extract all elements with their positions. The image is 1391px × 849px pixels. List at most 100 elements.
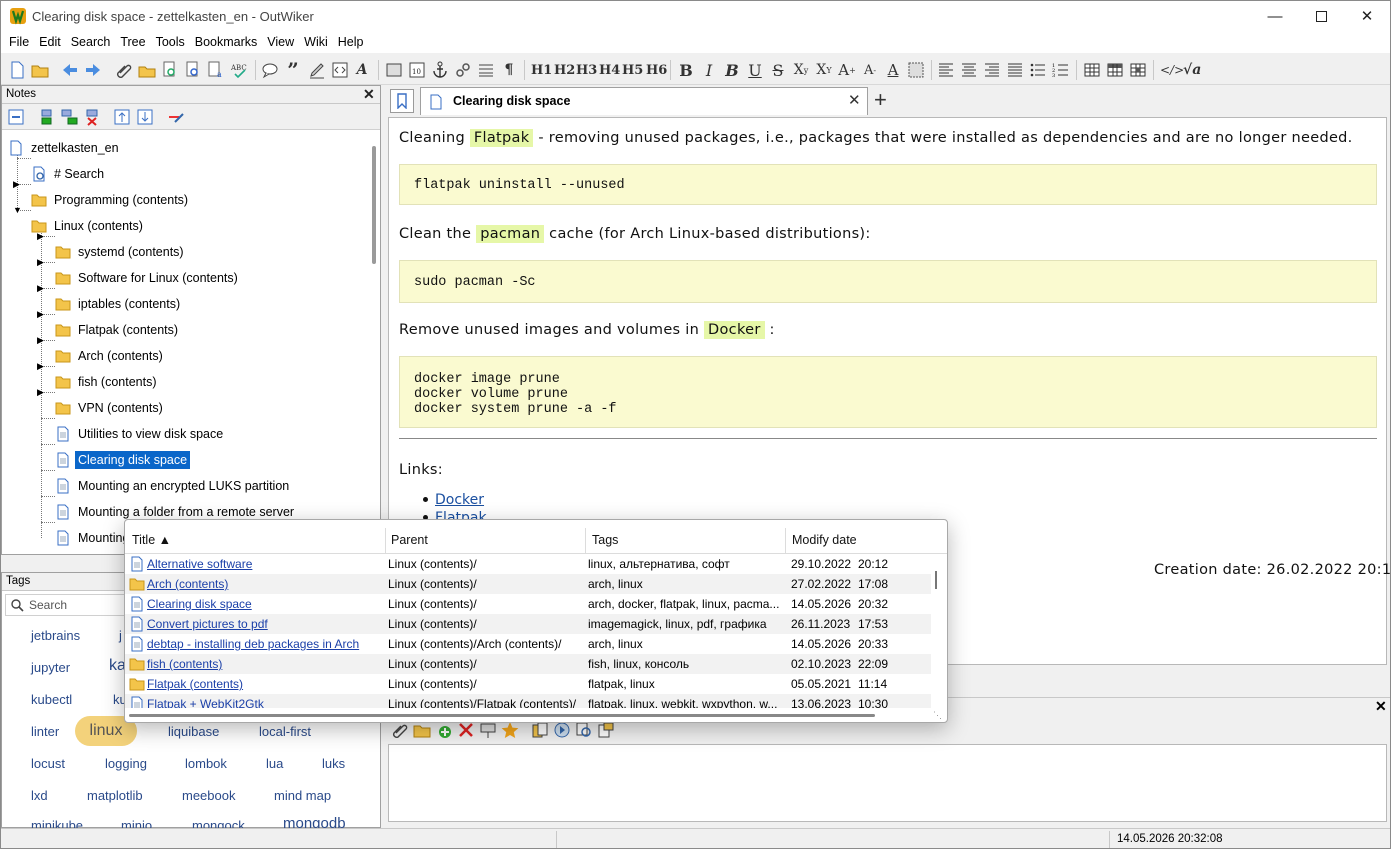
tree-item[interactable]: fish (contents) [55, 371, 160, 393]
table-row[interactable]: Clearing disk space Linux (contents)/ ar… [125, 594, 931, 614]
page-link-icon[interactable] [385, 60, 403, 80]
heading-4-button[interactable]: H4 [599, 60, 620, 80]
notes-close-button[interactable]: ✕ [363, 86, 375, 103]
heading-3-button[interactable]: H3 [576, 60, 597, 80]
open-folder-icon[interactable] [575, 721, 593, 739]
tag-item[interactable]: lombok [185, 756, 227, 771]
add-tab-button[interactable]: + [874, 87, 887, 113]
page-title-link[interactable]: Alternative software [147, 557, 252, 571]
html-code-icon[interactable]: </> [1160, 60, 1184, 80]
tree-item[interactable]: VPN (contents) [55, 397, 166, 419]
find-in-page-icon[interactable] [161, 60, 179, 80]
rename-page-icon[interactable] [167, 108, 185, 126]
table-row[interactable]: Convert pictures to pdf Linux (contents)… [125, 614, 931, 634]
expand-toggle[interactable]: ▶ [37, 361, 44, 372]
column-header-modify-date[interactable]: Modify date [792, 533, 857, 547]
tree-item-selected[interactable]: Clearing disk space [55, 449, 191, 471]
tag-item[interactable]: local-first [259, 724, 311, 739]
subscript-button[interactable]: Xy [792, 60, 810, 80]
table-row[interactable]: Arch (contents) Linux (contents)/ arch, … [125, 574, 931, 594]
align-center-icon[interactable] [960, 60, 978, 80]
tag-item[interactable]: jupyter [31, 660, 70, 675]
menu-tools[interactable]: Tools [151, 32, 190, 52]
table-row[interactable]: Alternative software Linux (contents)/ l… [125, 554, 931, 574]
add-sibling-icon[interactable] [37, 108, 55, 126]
align-left-icon[interactable] [937, 60, 955, 80]
table-row[interactable]: Flatpak + WebKit2Gtk Linux (contents)/Fl… [125, 694, 931, 708]
tag-item[interactable]: luks [322, 756, 345, 771]
tree-root[interactable]: zettelkasten_en [8, 137, 122, 159]
tab-clearing-disk-space[interactable]: Clearing disk space ✕ [420, 87, 868, 115]
back-arrow-icon[interactable] [61, 60, 79, 80]
bookmark-button[interactable] [390, 89, 414, 113]
move-up-icon[interactable] [113, 108, 131, 126]
menu-view[interactable]: View [262, 32, 299, 52]
tag-item[interactable]: lxd [31, 788, 48, 803]
numbered-list-icon[interactable]: 123 [1052, 60, 1070, 80]
tag-item[interactable]: mind map [274, 788, 331, 803]
bold-button[interactable]: B [677, 60, 695, 80]
column-header-tags[interactable]: Tags [592, 533, 618, 547]
tag-item[interactable]: lua [266, 756, 283, 771]
code-block-icon[interactable] [331, 60, 349, 80]
tree-item[interactable]: Mounting [55, 527, 132, 549]
maximize-button[interactable] [1298, 1, 1344, 31]
tree-item[interactable]: Flatpak (contents) [55, 319, 181, 341]
tree-item[interactable]: Software for Linux (contents) [55, 267, 241, 289]
remove-attachment-icon[interactable] [457, 721, 475, 739]
add-attachment-icon[interactable] [435, 721, 453, 739]
tag-item[interactable]: matplotlib [87, 788, 143, 803]
menu-file[interactable]: File [4, 32, 34, 52]
tag-item[interactable]: liquibase [168, 724, 219, 739]
link-docker[interactable]: Docker [435, 492, 484, 508]
expand-toggle[interactable]: ▶ [37, 257, 44, 268]
background-color-icon[interactable] [907, 60, 925, 80]
menu-bookmarks[interactable]: Bookmarks [190, 32, 263, 52]
collapse-tree-icon[interactable] [7, 108, 25, 126]
formula-icon[interactable]: √a [1183, 60, 1201, 80]
italic-button[interactable]: I [700, 60, 718, 80]
column-header-title[interactable]: Title ▲ [132, 533, 171, 547]
tree-scrollbar[interactable] [372, 146, 376, 264]
link-icon[interactable] [454, 60, 472, 80]
global-attach-icon[interactable] [138, 60, 156, 80]
attach-folder-icon[interactable] [413, 721, 431, 739]
page-title-link[interactable]: debtap - installing deb packages in Arch [147, 637, 359, 651]
menu-search[interactable]: Search [66, 32, 116, 52]
heading-5-button[interactable]: H5 [622, 60, 643, 80]
execute-icon[interactable] [553, 721, 571, 739]
table-row[interactable]: Flatpak (contents) Linux (contents)/ fla… [125, 674, 931, 694]
column-header-parent[interactable]: Parent [391, 533, 428, 547]
new-page-icon[interactable] [8, 60, 26, 80]
popup-vertical-scrollbar[interactable] [935, 571, 943, 589]
font-style-icon[interactable]: A [353, 60, 371, 80]
delete-page-icon[interactable] [83, 108, 101, 126]
anchor-icon[interactable] [431, 60, 449, 80]
paste-attachment-icon[interactable] [479, 721, 497, 739]
tag-item[interactable]: locust [31, 756, 65, 771]
paragraph-icon[interactable]: ¶ [500, 60, 518, 80]
page-title-link[interactable]: Convert pictures to pdf [147, 617, 268, 631]
spellcheck-icon[interactable]: ABC [231, 60, 249, 80]
align-right-icon[interactable] [983, 60, 1001, 80]
expand-toggle[interactable]: ▶ [37, 387, 44, 398]
tree-item[interactable]: # Search [31, 163, 107, 185]
tree-item[interactable]: Arch (contents) [55, 345, 166, 367]
tag-item[interactable]: linter [31, 724, 59, 739]
attach-file-icon[interactable] [391, 721, 409, 739]
add-child-icon[interactable] [60, 108, 78, 126]
open-folder-icon[interactable] [31, 60, 49, 80]
table-row[interactable]: fish (contents) Linux (contents)/ fish, … [125, 654, 931, 674]
horizontal-line-icon[interactable] [477, 60, 495, 80]
bullet-list-icon[interactable] [1029, 60, 1047, 80]
expand-toggle[interactable]: ▶ [37, 309, 44, 320]
collapse-toggle[interactable]: ▼ [13, 205, 22, 215]
font-larger-button[interactable]: A + [838, 60, 856, 80]
marker-icon[interactable] [308, 60, 326, 80]
page-title-link[interactable]: fish (contents) [147, 657, 222, 671]
calendar-icon[interactable]: 10 [408, 60, 426, 80]
comment-icon[interactable] [261, 60, 279, 80]
table-row-icon[interactable] [1106, 60, 1124, 80]
tree-item[interactable]: Programming (contents) [31, 189, 191, 211]
page-title-link[interactable]: Flatpak (contents) [147, 677, 243, 691]
